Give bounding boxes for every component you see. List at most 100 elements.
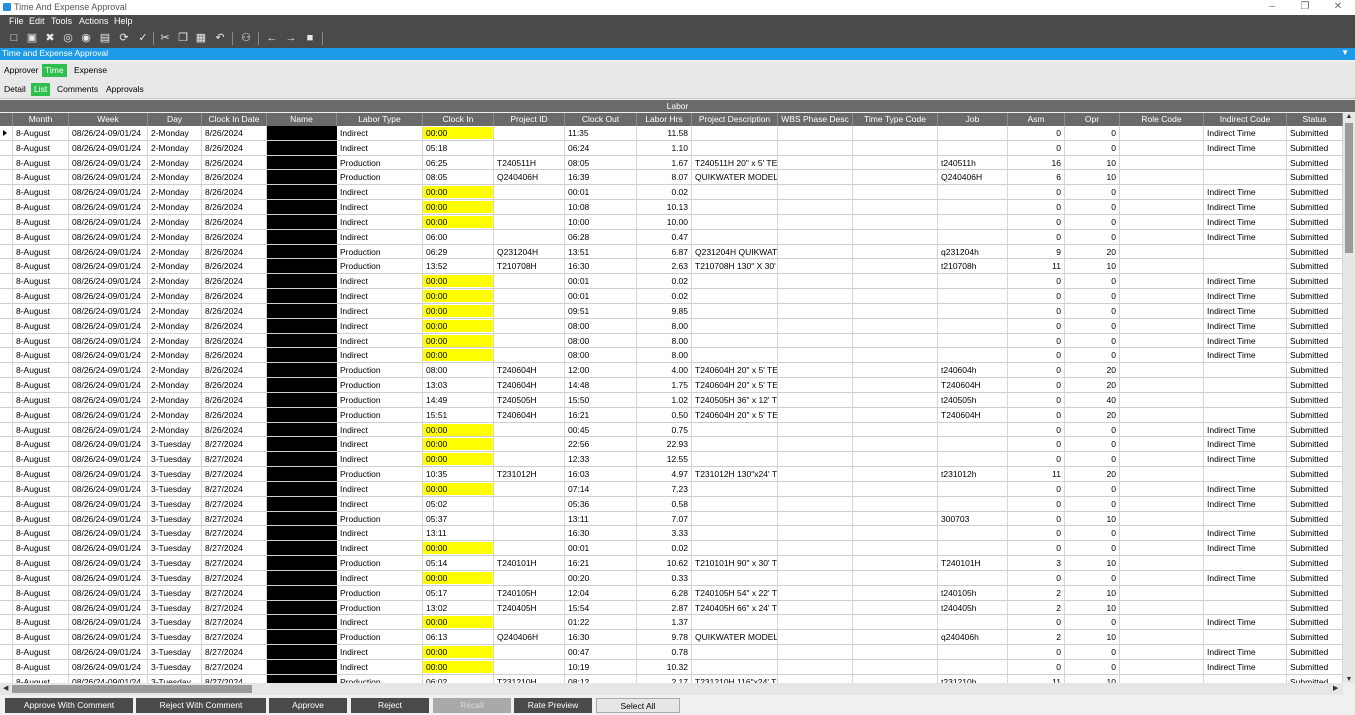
menu-file[interactable]: File: [9, 16, 24, 26]
column-header-time-type-code[interactable]: Time Type Code: [853, 113, 938, 126]
forward-icon[interactable]: →: [285, 32, 297, 44]
row-selector[interactable]: [0, 556, 13, 570]
search-icon[interactable]: ⚇: [240, 32, 252, 44]
back-icon[interactable]: ←: [266, 32, 278, 44]
row-selector[interactable]: [0, 496, 13, 511]
table-row[interactable]: 8-August 08/26/24-09/01/24 3-Tuesday 8/27/2…: [0, 556, 1343, 571]
table-row[interactable]: 8-August 08/26/24-09/01/24 3-Tuesday 8/27/2…: [0, 526, 1343, 542]
row-selector[interactable]: [0, 674, 13, 683]
table-row[interactable]: 8-August 08/26/24-09/01/24 2-Monday 8/26/20…: [0, 318, 1343, 334]
horizontal-scroll-thumb[interactable]: [12, 685, 252, 693]
table-row[interactable]: 8-August 08/26/24-09/01/24 3-Tuesday 8/27/2…: [0, 600, 1343, 616]
tab-time[interactable]: Time: [42, 64, 67, 77]
tab-approver[interactable]: Approver: [1, 64, 42, 77]
table-row[interactable]: 8-August 08/26/24-09/01/24 3-Tuesday 8/27/2…: [0, 644, 1343, 660]
row-selector[interactable]: [0, 214, 13, 229]
row-selector[interactable]: [0, 155, 13, 170]
table-row[interactable]: 8-August 08/26/24-09/01/24 3-Tuesday 8/27/2…: [0, 467, 1343, 482]
row-selector[interactable]: [0, 185, 13, 200]
vertical-scrollbar[interactable]: ▲ ▼: [1343, 113, 1355, 683]
column-header-role-code[interactable]: Role Code: [1120, 113, 1204, 126]
binoculars-icon[interactable]: ◎: [62, 32, 74, 44]
table-row[interactable]: 8-August 08/26/24-09/01/24 2-Monday 8/26/20…: [0, 378, 1343, 393]
restore-icon[interactable]: ❐: [1288, 0, 1322, 15]
row-selector[interactable]: [0, 481, 13, 496]
stop-icon[interactable]: ■: [304, 32, 316, 44]
column-header-clock-out[interactable]: Clock Out: [565, 113, 637, 126]
row-selector[interactable]: [0, 630, 13, 644]
table-row[interactable]: 8-August 08/26/24-09/01/24 3-Tuesday 8/27/2…: [0, 437, 1343, 453]
row-selector[interactable]: [0, 259, 13, 274]
row-selector[interactable]: [0, 140, 13, 155]
column-header-project-description[interactable]: Project Description: [692, 113, 778, 126]
tab-comments[interactable]: Comments: [54, 83, 101, 96]
table-row[interactable]: 8-August 08/26/24-09/01/24 2-Monday 8/26/20…: [0, 407, 1343, 423]
table-row[interactable]: 8-August 08/26/24-09/01/24 2-Monday 8/26/20…: [0, 140, 1343, 156]
row-selector[interactable]: [0, 526, 13, 541]
new-icon[interactable]: □: [8, 32, 20, 44]
column-header-name[interactable]: Name: [267, 113, 337, 126]
undo-icon[interactable]: ↶: [214, 32, 226, 44]
table-row[interactable]: 8-August 08/26/24-09/01/24 3-Tuesday 8/27/2…: [0, 496, 1343, 512]
save-icon[interactable]: ▣: [26, 32, 38, 44]
check-icon[interactable]: ✓: [137, 32, 149, 44]
menu-help[interactable]: Help: [114, 16, 133, 26]
rate-preview-button[interactable]: Rate Preview: [514, 698, 592, 713]
table-row[interactable]: 8-August 08/26/24-09/01/24 2-Monday 8/26/20…: [0, 422, 1343, 438]
row-selector[interactable]: [0, 570, 13, 585]
column-header-labor-hrs[interactable]: Labor Hrs: [637, 113, 692, 126]
column-header-asm[interactable]: Asm: [1008, 113, 1065, 126]
delete-icon[interactable]: ✖: [44, 32, 56, 44]
row-selector[interactable]: [0, 170, 13, 185]
row-selector[interactable]: [0, 244, 13, 259]
scroll-right-icon[interactable]: ▶: [1333, 684, 1338, 692]
select-all-button[interactable]: Select All: [596, 698, 680, 713]
scroll-up-icon[interactable]: ▲: [1345, 113, 1353, 120]
table-row[interactable]: 8-August 08/26/24-09/01/24 3-Tuesday 8/27/2…: [0, 630, 1343, 645]
table-row[interactable]: 8-August 08/26/24-09/01/24 2-Monday 8/26/20…: [0, 303, 1343, 319]
row-selector[interactable]: [0, 274, 13, 289]
row-selector[interactable]: [0, 437, 13, 452]
vertical-scroll-thumb[interactable]: [1345, 123, 1353, 253]
column-header-day[interactable]: Day: [148, 113, 202, 126]
table-row[interactable]: 8-August 08/26/24-09/01/24 2-Monday 8/26/20…: [0, 244, 1343, 260]
row-selector[interactable]: [0, 200, 13, 214]
scroll-left-icon[interactable]: ◀: [3, 684, 8, 692]
menu-actions[interactable]: Actions: [79, 16, 109, 26]
menu-tools[interactable]: Tools: [51, 16, 72, 26]
table-row[interactable]: 8-August 08/26/24-09/01/24 2-Monday 8/26/20…: [0, 229, 1343, 245]
row-selector[interactable]: [0, 407, 13, 422]
print-icon[interactable]: ▤: [99, 32, 111, 44]
column-header-job[interactable]: Job: [938, 113, 1008, 126]
close-icon[interactable]: ✕: [1321, 0, 1355, 15]
column-header-status[interactable]: Status: [1287, 113, 1343, 126]
approve-button[interactable]: Approve: [269, 698, 347, 713]
row-selector[interactable]: [0, 392, 13, 407]
cut-icon[interactable]: ✂: [159, 32, 171, 44]
row-selector[interactable]: [0, 659, 13, 674]
row-selector[interactable]: [0, 600, 13, 615]
row-selector[interactable]: [0, 229, 13, 244]
paste-icon[interactable]: ▦: [195, 32, 207, 44]
column-header-indirect-code[interactable]: Indirect Code: [1204, 113, 1287, 126]
table-row[interactable]: 8-August 08/26/24-09/01/24 3-Tuesday 8/27/2…: [0, 452, 1343, 468]
table-row[interactable]: 8-August 08/26/24-09/01/24 2-Monday 8/26/20…: [0, 170, 1343, 186]
copy-icon[interactable]: ❐: [177, 32, 189, 44]
tab-approvals[interactable]: Approvals: [103, 83, 147, 96]
table-row[interactable]: 8-August 08/26/24-09/01/24 3-Tuesday 8/27/2…: [0, 659, 1343, 675]
pin-icon[interactable]: ▼: [1341, 48, 1349, 57]
tab-detail[interactable]: Detail: [1, 83, 29, 96]
row-selector[interactable]: [0, 333, 13, 348]
column-header-month[interactable]: Month: [13, 113, 69, 126]
table-row[interactable]: 8-August 08/26/24-09/01/24 3-Tuesday 8/27/2…: [0, 511, 1343, 527]
row-selector[interactable]: [0, 126, 13, 140]
globe-icon[interactable]: ◉: [80, 32, 92, 44]
reject-button[interactable]: Reject: [351, 698, 429, 713]
table-row[interactable]: 8-August 08/26/24-09/01/24 2-Monday 8/26/20…: [0, 259, 1343, 275]
row-selector[interactable]: [0, 378, 13, 392]
table-row[interactable]: 8-August 08/26/24-09/01/24 3-Tuesday 8/27/2…: [0, 615, 1343, 631]
minimize-icon[interactable]: –: [1255, 0, 1289, 15]
row-selector[interactable]: [0, 511, 13, 526]
column-header-labor-type[interactable]: Labor Type: [337, 113, 423, 126]
column-header-clock-in-date[interactable]: Clock In Date: [202, 113, 267, 126]
